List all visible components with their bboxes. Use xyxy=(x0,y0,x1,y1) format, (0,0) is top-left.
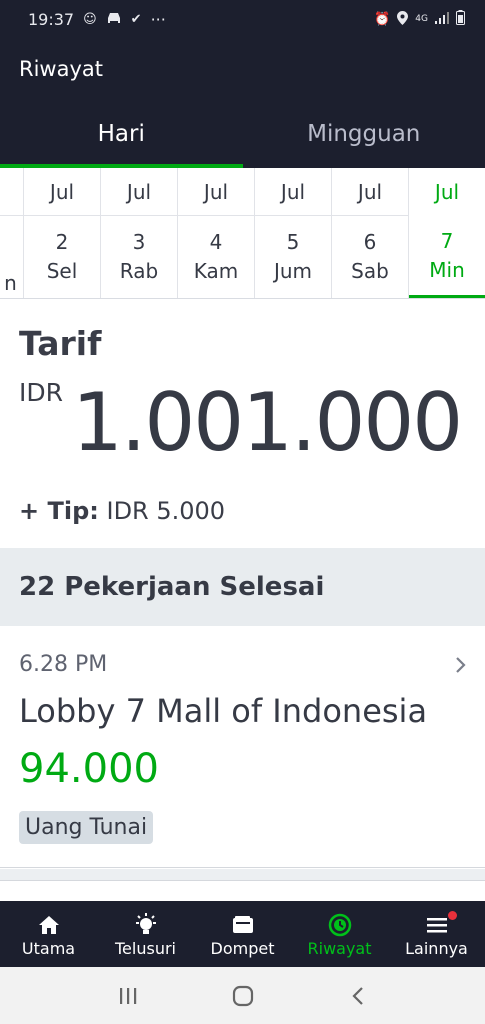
date-item-3[interactable]: Jul 3 Rab xyxy=(101,168,178,298)
currency-label: IDR xyxy=(19,378,63,407)
date-item-prev[interactable]: n xyxy=(0,168,24,298)
bottom-nav: Utama Telusuri Dompet Riwayat Lainnya xyxy=(0,901,485,967)
car-icon xyxy=(106,12,122,27)
payment-method-badge: Uang Tunai xyxy=(19,811,154,844)
alarm-icon: ⏰ xyxy=(374,11,391,27)
date-month: Jul xyxy=(332,168,408,216)
date-weekday: Rab xyxy=(119,259,159,283)
check-icon: ✔ xyxy=(130,11,142,27)
earnings-amount: 1.001.000 xyxy=(72,376,463,469)
page-title: Riwayat xyxy=(19,57,103,81)
date-item-5[interactable]: Jul 5 Jum xyxy=(255,168,332,298)
date-item-6[interactable]: Jul 6 Sab xyxy=(332,168,409,298)
job-location: Lobby 7 Mall of Indonesia xyxy=(19,692,428,730)
signal-icon xyxy=(435,11,449,27)
nav-item-utama[interactable]: Utama xyxy=(0,901,97,967)
date-day: 3 xyxy=(132,230,146,254)
chevron-right-icon xyxy=(455,652,467,680)
jobs-count-title: 22 Pekerjaan Selesai xyxy=(19,572,325,602)
tip-label: + Tip: xyxy=(19,497,99,525)
date-weekday: Sel xyxy=(46,259,78,283)
tab-label: Mingguan xyxy=(307,121,421,147)
nav-item-dompet[interactable]: Dompet xyxy=(194,901,291,967)
date-month xyxy=(0,168,23,216)
date-day: 4 xyxy=(209,230,223,254)
date-strip: n Jul 2 Sel Jul 3 Rab Jul 4 Kam Jul 5 Ju… xyxy=(0,168,485,299)
back-button[interactable] xyxy=(338,976,378,1016)
job-time: 6.28 PM xyxy=(19,652,108,677)
nav-item-riwayat[interactable]: Riwayat xyxy=(291,901,388,967)
nav-item-lainnya[interactable]: Lainnya xyxy=(388,901,485,967)
date-weekday: Kam xyxy=(193,259,239,283)
tab-label: Hari xyxy=(97,121,145,147)
tarif-title: Tarif xyxy=(19,324,102,363)
next-job-card-edge xyxy=(0,880,485,902)
status-time: 19:37 xyxy=(28,9,75,29)
lightbulb-icon xyxy=(133,911,159,939)
battery-icon xyxy=(456,10,465,28)
date-weekday: Min xyxy=(429,257,465,282)
back-icon xyxy=(351,986,363,1005)
history-icon xyxy=(328,911,352,939)
nav-label: Utama xyxy=(21,938,76,958)
app-bar: Riwayat xyxy=(0,38,485,100)
jobs-header: 22 Pekerjaan Selesai xyxy=(0,548,485,626)
date-weekday: Sab xyxy=(351,259,389,283)
home-button[interactable] xyxy=(223,976,263,1016)
date-day: 2 xyxy=(55,230,69,254)
date-weekday: Jum xyxy=(273,259,313,283)
status-bar: 19:37 ☺ ✔ ··· ⏰ 4G xyxy=(0,0,485,38)
home-circle-icon xyxy=(232,985,253,1006)
tip-value: IDR 5.000 xyxy=(106,497,226,525)
location-icon xyxy=(397,10,409,28)
date-month: Jul xyxy=(255,168,331,216)
notification-dot xyxy=(448,911,457,920)
earnings-summary: Tarif IDR 1.001.000 + Tip: IDR 5.000 xyxy=(0,300,485,548)
home-icon xyxy=(38,911,60,939)
nav-label: Dompet xyxy=(210,938,275,958)
nav-label: Telusuri xyxy=(115,938,176,958)
date-item-4[interactable]: Jul 4 Kam xyxy=(178,168,255,298)
nav-item-telusuri[interactable]: Telusuri xyxy=(97,901,194,967)
tab-bar: Hari Mingguan xyxy=(0,100,485,168)
date-day: 5 xyxy=(286,230,300,254)
date-item-2[interactable]: Jul 2 Sel xyxy=(24,168,101,298)
date-day: 7 xyxy=(440,228,454,253)
date-weekday: n xyxy=(4,271,17,295)
job-list-item[interactable]: 6.28 PM Lobby 7 Mall of Indonesia 94.000… xyxy=(0,626,485,868)
menu-icon xyxy=(426,911,448,939)
date-month: Jul xyxy=(101,168,177,216)
nav-label: Riwayat xyxy=(307,938,372,958)
job-amount: 94.000 xyxy=(19,746,159,792)
system-nav-bar xyxy=(0,967,485,1024)
tab-hari[interactable]: Hari xyxy=(0,100,243,168)
recent-apps-icon xyxy=(119,987,136,1004)
date-day: 6 xyxy=(363,230,377,254)
date-month: Jul xyxy=(178,168,254,216)
tip-line: + Tip: IDR 5.000 xyxy=(19,497,225,525)
date-month: Jul xyxy=(24,168,100,216)
nav-label: Lainnya xyxy=(405,938,468,958)
date-item-7-selected[interactable]: Jul 7 Min xyxy=(409,168,485,298)
date-month: Jul xyxy=(434,179,460,204)
recent-apps-button[interactable] xyxy=(108,976,148,1016)
face-icon: ☺ xyxy=(83,11,97,27)
more-notifications-icon: ··· xyxy=(150,9,166,29)
wallet-icon xyxy=(232,911,254,939)
network-type: 4G xyxy=(415,14,428,24)
tab-mingguan[interactable]: Mingguan xyxy=(243,100,485,168)
